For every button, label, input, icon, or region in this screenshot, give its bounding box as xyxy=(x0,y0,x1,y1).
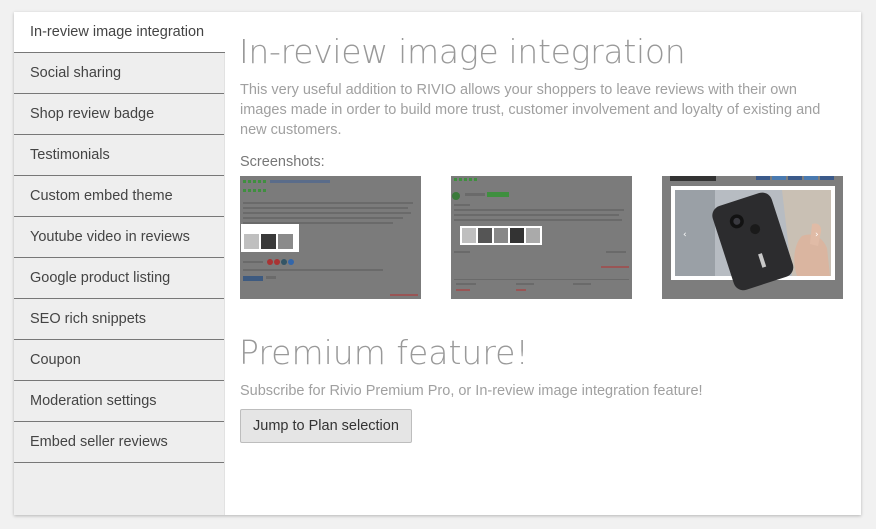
review-display-screenshot-image xyxy=(451,176,632,299)
sidebar-item-in-review-image-integration[interactable]: In-review image integration xyxy=(14,12,225,53)
premium-title: Premium feature! xyxy=(239,333,529,372)
screenshot-thumbnail[interactable] xyxy=(240,176,421,299)
sidebar-item-embed-seller-reviews[interactable]: Embed seller reviews xyxy=(14,422,224,463)
main-content: In-review image integration This very us… xyxy=(225,12,861,515)
sidebar-item-testimonials[interactable]: Testimonials xyxy=(14,135,224,176)
sidebar-item-label: Custom embed theme xyxy=(30,188,173,204)
sidebar-item-seo-rich-snippets[interactable]: SEO rich snippets xyxy=(14,299,224,340)
feature-description: This very useful addition to RIVIO allow… xyxy=(240,82,821,138)
screenshots-label: Screenshots: xyxy=(240,154,325,170)
premium-description: Subscribe for Rivio Premium Pro, or In-r… xyxy=(240,383,703,399)
page-title: In-review image integration xyxy=(239,32,686,71)
sidebar-item-social-sharing[interactable]: Social sharing xyxy=(14,53,224,94)
sidebar-item-label: Embed seller reviews xyxy=(30,434,168,450)
sidebar-item-moderation-settings[interactable]: Moderation settings xyxy=(14,381,224,422)
screenshot-gallery: ‹ › xyxy=(240,176,844,299)
review-form-screenshot-image xyxy=(240,176,421,299)
screenshot-thumbnail[interactable] xyxy=(451,176,632,299)
sidebar-item-label: In-review image integration xyxy=(30,24,205,40)
sidebar-item-label: SEO rich snippets xyxy=(30,311,147,327)
jump-to-plan-button[interactable]: Jump to Plan selection xyxy=(240,409,412,443)
sidebar-item-label: Google product listing xyxy=(30,270,171,286)
screenshot-thumbnail[interactable]: ‹ › xyxy=(662,176,843,299)
settings-panel: In-review image integration Social shari… xyxy=(14,12,861,515)
sidebar-item-google-product-listing[interactable]: Google product listing xyxy=(14,258,224,299)
lightbox-screenshot-image: ‹ › xyxy=(662,176,843,299)
sidebar-item-label: Moderation settings xyxy=(30,393,157,409)
sidebar-nav: In-review image integration Social shari… xyxy=(14,12,225,515)
svg-text:›: › xyxy=(815,230,819,240)
sidebar-item-custom-embed-theme[interactable]: Custom embed theme xyxy=(14,176,224,217)
sidebar-item-youtube-video[interactable]: Youtube video in reviews xyxy=(14,217,224,258)
sidebar-item-coupon[interactable]: Coupon xyxy=(14,340,224,381)
sidebar-item-shop-review-badge[interactable]: Shop review badge xyxy=(14,94,224,135)
sidebar-item-label: Shop review badge xyxy=(30,106,155,122)
sidebar-item-label: Coupon xyxy=(30,352,81,368)
svg-text:‹: ‹ xyxy=(683,230,687,240)
sidebar-item-label: Social sharing xyxy=(30,65,122,81)
sidebar-item-label: Testimonials xyxy=(30,147,110,163)
sidebar-item-label: Youtube video in reviews xyxy=(30,229,190,245)
